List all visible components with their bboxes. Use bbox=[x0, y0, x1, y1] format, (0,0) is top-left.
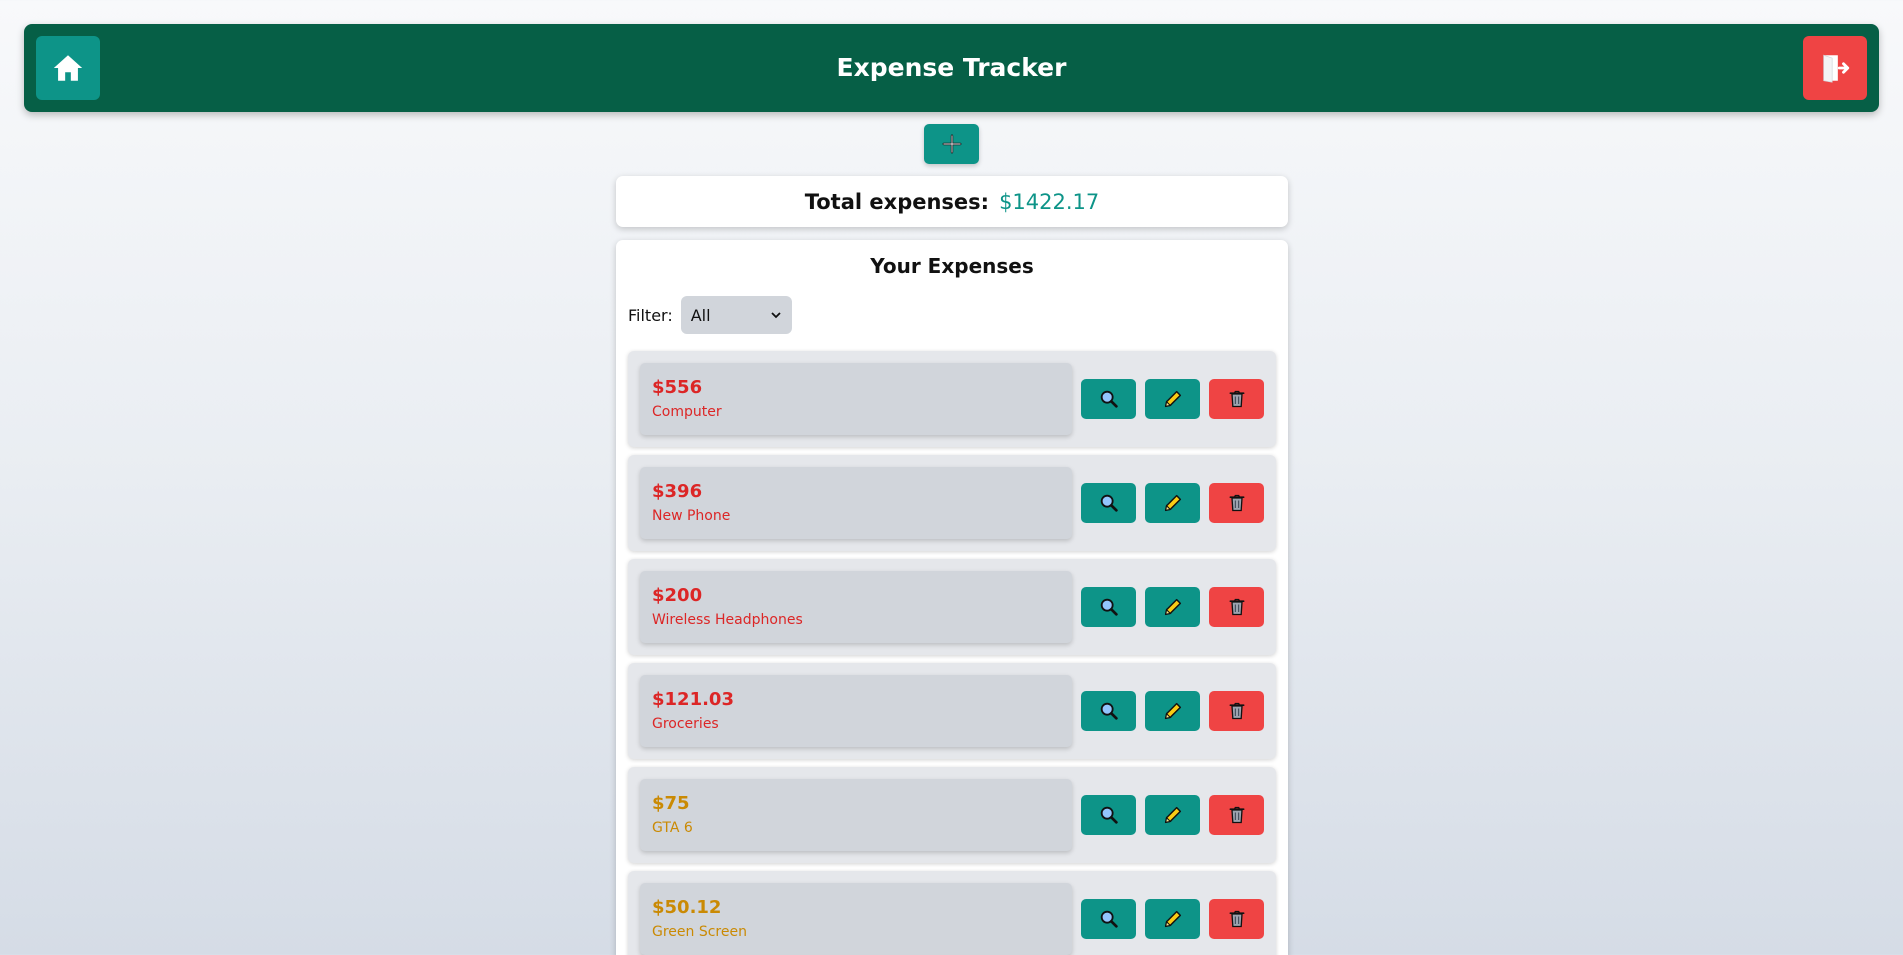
expense-row: $75 GTA 6 bbox=[628, 767, 1276, 863]
expense-name: Groceries bbox=[652, 716, 719, 732]
filter-row: Filter: All bbox=[628, 296, 792, 334]
delete-expense-button[interactable] bbox=[1209, 899, 1264, 939]
total-expenses-label: Total expenses: bbox=[804, 189, 990, 214]
expense-name: New Phone bbox=[652, 508, 731, 524]
app-header: Expense Tracker bbox=[24, 24, 1879, 112]
pencil-icon bbox=[1164, 598, 1181, 616]
expense-actions bbox=[1081, 795, 1264, 835]
expense-info: $396 New Phone bbox=[640, 467, 1072, 539]
view-expense-button[interactable] bbox=[1081, 587, 1136, 627]
edit-expense-button[interactable] bbox=[1145, 899, 1200, 939]
expense-actions bbox=[1081, 691, 1264, 731]
delete-expense-button[interactable] bbox=[1209, 795, 1264, 835]
filter-select[interactable]: All bbox=[680, 296, 792, 334]
expense-info: $200 Wireless Headphones bbox=[640, 571, 1072, 643]
pencil-icon bbox=[1164, 702, 1181, 720]
expense-info: $75 GTA 6 bbox=[640, 779, 1072, 851]
magnifier-icon bbox=[1100, 806, 1118, 824]
expense-amount: $396 bbox=[652, 481, 703, 502]
expense-name: Computer bbox=[652, 404, 722, 420]
trash-icon bbox=[1229, 390, 1244, 408]
magnifier-icon bbox=[1100, 598, 1118, 616]
expense-row: $200 Wireless Headphones bbox=[628, 559, 1276, 655]
add-expense-button[interactable] bbox=[924, 124, 979, 164]
logout-icon bbox=[1823, 54, 1850, 83]
delete-expense-button[interactable] bbox=[1209, 483, 1264, 523]
expense-amount: $556 bbox=[652, 377, 703, 398]
filter-label: Filter: bbox=[628, 305, 673, 325]
expense-amount: $200 bbox=[652, 585, 703, 606]
magnifier-icon bbox=[1100, 494, 1118, 512]
expense-name: Green Screen bbox=[652, 924, 747, 940]
edit-expense-button[interactable] bbox=[1145, 379, 1200, 419]
magnifier-icon bbox=[1100, 390, 1118, 408]
expense-row: $50.12 Green Screen bbox=[628, 871, 1276, 955]
view-expense-button[interactable] bbox=[1081, 899, 1136, 939]
expense-actions bbox=[1081, 899, 1264, 939]
trash-icon bbox=[1229, 806, 1244, 824]
expense-row: $556 Computer bbox=[628, 351, 1276, 447]
trash-icon bbox=[1229, 494, 1244, 512]
plus-icon bbox=[942, 134, 961, 154]
trash-icon bbox=[1229, 702, 1244, 720]
delete-expense-button[interactable] bbox=[1209, 587, 1264, 627]
pencil-icon bbox=[1164, 494, 1181, 512]
chevron-down-icon bbox=[771, 312, 781, 319]
expense-row: $396 New Phone bbox=[628, 455, 1276, 551]
expense-row: $121.03 Groceries bbox=[628, 663, 1276, 759]
expense-info: $556 Computer bbox=[640, 363, 1072, 435]
edit-expense-button[interactable] bbox=[1145, 691, 1200, 731]
delete-expense-button[interactable] bbox=[1209, 379, 1264, 419]
expense-name: GTA 6 bbox=[652, 820, 693, 836]
view-expense-button[interactable] bbox=[1081, 795, 1136, 835]
expenses-list-title: Your Expenses bbox=[870, 254, 1034, 278]
edit-expense-button[interactable] bbox=[1145, 795, 1200, 835]
edit-expense-button[interactable] bbox=[1145, 587, 1200, 627]
view-expense-button[interactable] bbox=[1081, 691, 1136, 731]
view-expense-button[interactable] bbox=[1081, 483, 1136, 523]
edit-expense-button[interactable] bbox=[1145, 483, 1200, 523]
trash-icon bbox=[1229, 910, 1244, 928]
expense-actions bbox=[1081, 379, 1264, 419]
total-expenses-card: Total expenses: $1422.17 bbox=[616, 176, 1288, 227]
expense-amount: $50.12 bbox=[652, 897, 722, 918]
total-expenses-value: $1422.17 bbox=[999, 189, 1100, 214]
logout-button[interactable] bbox=[1803, 36, 1867, 100]
page-title: Expense Tracker bbox=[836, 53, 1067, 82]
delete-expense-button[interactable] bbox=[1209, 691, 1264, 731]
pencil-icon bbox=[1164, 806, 1181, 824]
expense-name: Wireless Headphones bbox=[652, 612, 803, 628]
trash-icon bbox=[1229, 598, 1244, 616]
expense-info: $50.12 Green Screen bbox=[640, 883, 1072, 955]
expense-info: $121.03 Groceries bbox=[640, 675, 1072, 747]
expense-amount: $121.03 bbox=[652, 689, 734, 710]
pencil-icon bbox=[1164, 910, 1181, 928]
expense-amount: $75 bbox=[652, 793, 690, 814]
expense-actions bbox=[1081, 483, 1264, 523]
expenses-list-card: Your Expenses Filter: All $556 Computer bbox=[616, 240, 1288, 955]
magnifier-icon bbox=[1100, 702, 1118, 720]
filter-selected-value: All bbox=[690, 305, 711, 325]
pencil-icon bbox=[1164, 390, 1181, 408]
expense-actions bbox=[1081, 587, 1264, 627]
view-expense-button[interactable] bbox=[1081, 379, 1136, 419]
expenses-list: $556 Computer $396 New Phone $200 Wirele… bbox=[628, 351, 1276, 955]
magnifier-icon bbox=[1100, 910, 1118, 928]
